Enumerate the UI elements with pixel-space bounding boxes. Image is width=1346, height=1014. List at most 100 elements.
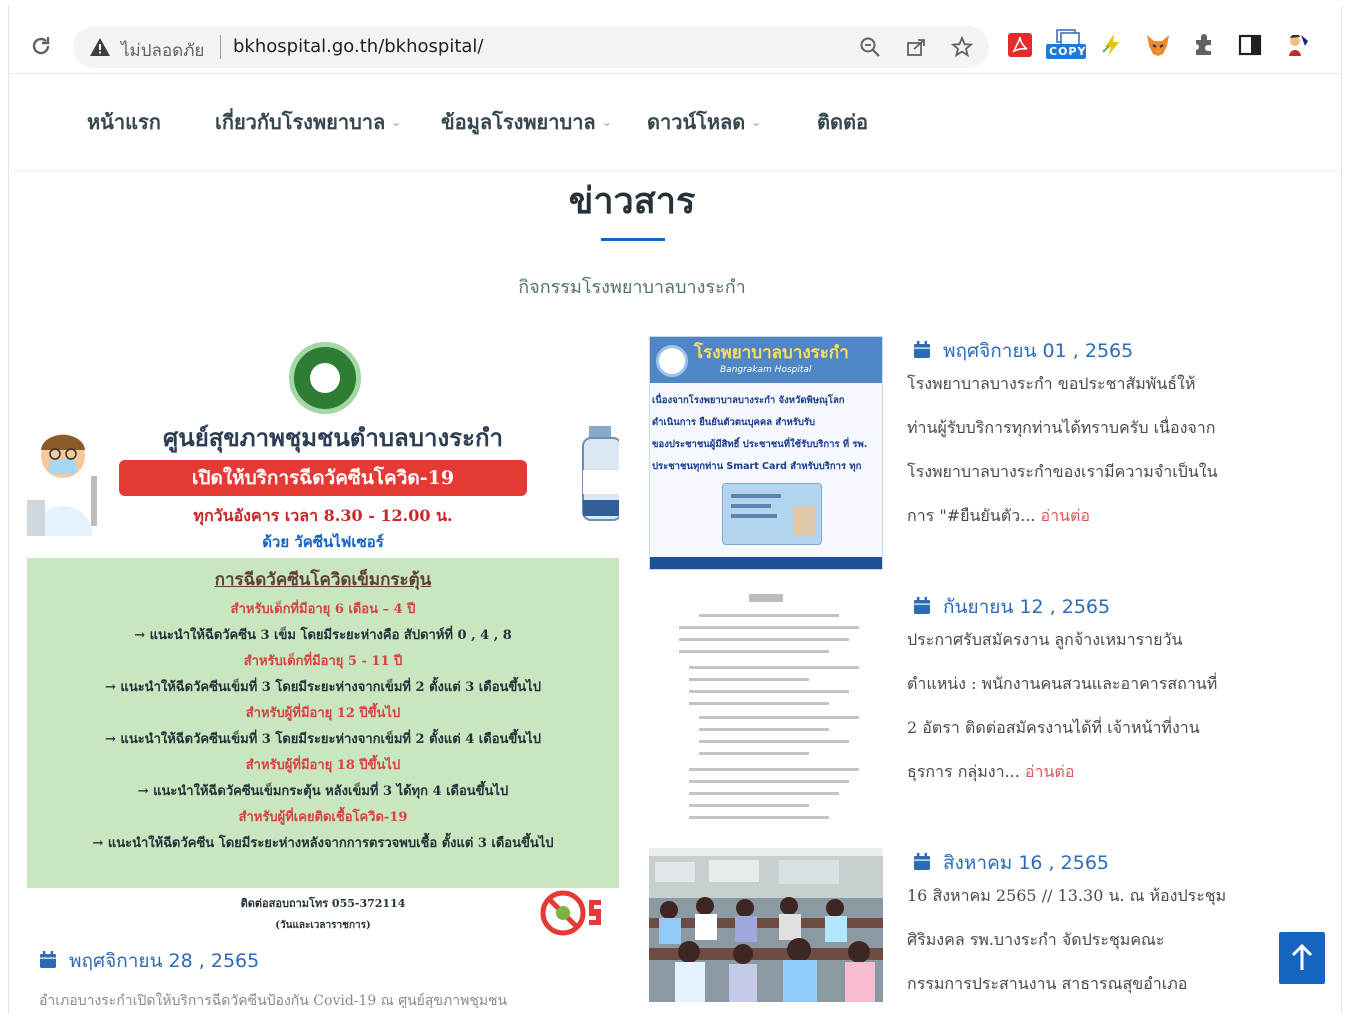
booster-line: → แนะนำให้ฉีดวัคซีน โดยมีระยะห่างหลังจาก… <box>92 836 554 851</box>
doc-line <box>679 638 849 641</box>
thumbnail-title: โรงพยาบาลบางระกำ <box>694 343 849 363</box>
doc-line <box>699 614 839 617</box>
id-card-illustration <box>722 483 822 545</box>
scroll-to-top-button[interactable] <box>1279 932 1325 984</box>
post-excerpt-tail: ธุรการ กลุ่มงา... <box>907 762 1025 781</box>
post-excerpt: ประกาศรับสมัครงาน ลูกจ้างเหมารายวัน ตำแห… <box>907 618 1217 794</box>
bolt-extension-icon[interactable] <box>1099 32 1125 58</box>
doc-line <box>699 728 829 731</box>
post-date-text: พฤศจิกายน 28 , 2565 <box>69 950 260 972</box>
thumbnail-subtitle: Bangrakam Hospital <box>720 365 812 375</box>
url-text[interactable]: bkhospital.go.th/bkhospital/ <box>233 36 484 57</box>
doc-line <box>699 752 809 755</box>
post-date: พฤศจิกายน 01 , 2565 <box>913 336 1133 362</box>
stop-covid-logo <box>540 890 601 936</box>
post-thumbnail-document[interactable] <box>649 590 883 836</box>
poster-contact-hours: (วันและเวลาราชการ) <box>275 920 371 931</box>
calendar-icon <box>914 597 930 614</box>
reload-icon[interactable] <box>29 34 53 58</box>
post-excerpt: โรงพยาบาลบางระกำ ขอประชาสัมพันธ์ให้ ท่าน… <box>907 362 1218 538</box>
nav-info-label: ข้อมูลโรงพยาบาล <box>441 110 596 134</box>
nav-about-label: เกี่ยวกับโรงพยาบาล <box>215 110 386 134</box>
post-date-text: สิงหาคม 16 , 2565 <box>943 852 1109 874</box>
doc-line <box>689 690 849 693</box>
nav-download-label: ดาวน์โหลด <box>647 110 746 134</box>
copy-extension-icon[interactable]: COPY <box>1045 28 1087 60</box>
post-excerpt-line: ท่านผู้รับบริการทุกท่านได้ทราบครับ เนื่อ… <box>907 418 1216 437</box>
security-label[interactable]: ไม่ปลอดภัย <box>121 37 204 64</box>
nav-download[interactable]: ดาวน์โหลด ⌄ <box>647 106 761 138</box>
post-date: สิงหาคม 16 , 2565 <box>913 848 1109 874</box>
nav-home[interactable]: หน้าแรก <box>87 106 161 138</box>
post-excerpt-line: ตำแหน่ง : พนักงานคนสวนและอาคารสถานที่ <box>907 674 1218 693</box>
star-icon[interactable] <box>951 36 973 58</box>
warning-icon[interactable] <box>89 37 111 57</box>
calendar-icon <box>40 951 56 968</box>
doc-line <box>689 804 809 807</box>
zoom-icon[interactable] <box>859 36 881 58</box>
booster-title: การฉีดวัคซีนโควิดเข็มกระตุ้น <box>214 570 432 590</box>
booster-line: สำหรับผู้ที่เคยติดเชื้อโควิด-19 <box>238 810 408 825</box>
doc-line <box>699 716 859 719</box>
booster-line: สำหรับเด็กที่มีอายุ 5 - 11 ปี <box>243 654 403 669</box>
post-excerpt-line: 2 อัตรา ติดต่อสมัครงานได้ที่ เจ้าหน้าที่… <box>907 718 1200 737</box>
doc-line <box>689 666 859 669</box>
read-more-link[interactable]: อ่านต่อ <box>1025 762 1075 781</box>
post-thumbnail-smartcard[interactable]: โรงพยาบาลบางระกำ Bangrakam Hospital เนื่… <box>649 336 883 570</box>
doc-line <box>679 650 829 653</box>
hospital-logo <box>656 345 688 377</box>
post-excerpt-line: ธุรการ กลุ่มงา... อ่านต่อ <box>907 750 1217 794</box>
post-excerpt-line: ประกาศรับสมัครงาน ลูกจ้างเหมารายวัน <box>907 630 1183 649</box>
nav-info[interactable]: ข้อมูลโรงพยาบาล ⌄ <box>441 106 612 138</box>
doc-line <box>699 740 849 743</box>
side-panel-icon[interactable] <box>1237 32 1263 58</box>
fox-extension-icon[interactable] <box>1145 32 1171 58</box>
pdf-extension-icon[interactable] <box>1007 32 1033 58</box>
post-thumbnail-meeting-photo[interactable] <box>649 848 883 1002</box>
doc-line <box>689 780 849 783</box>
post-date-text: กันยายน 12 , 2565 <box>943 596 1111 618</box>
post-excerpt-line: การ "#ยืนยันตัว... อ่านต่อ <box>907 494 1218 538</box>
thumbnail-header: โรงพยาบาลบางระกำ Bangrakam Hospital <box>650 337 882 383</box>
thumbnail-footer <box>650 557 882 569</box>
browser-window: ไม่ปลอดภัย bkhospital.go.th/bkhospital/ <box>8 6 1342 1014</box>
nav-about[interactable]: เกี่ยวกับโรงพยาบาล ⌄ <box>215 106 401 138</box>
post-date: กันยายน 12 , 2565 <box>913 592 1111 618</box>
address-bar[interactable]: ไม่ปลอดภัย bkhospital.go.th/bkhospital/ <box>73 26 989 68</box>
booster-line: สำหรับผู้ที่มีอายุ 18 ปีขึ้นไป <box>245 758 401 773</box>
share-icon[interactable] <box>905 36 927 58</box>
meeting-photo <box>649 848 883 1002</box>
poster-heading: ศูนย์สุขภาพชุมชนตำบลบางระกำ <box>163 423 503 452</box>
thumbnail-line: เนื่องจากโรงพยาบาลบางระกำ จังหวัดพิษณุโล… <box>652 395 845 406</box>
read-more-link[interactable]: อ่านต่อ <box>1040 506 1090 525</box>
doctor-illustration <box>27 434 97 536</box>
nav-contact[interactable]: ติดต่อ <box>817 106 868 138</box>
post-excerpt: 16 สิงหาคม 2565 // 13.30 น. ณ ห้องประชุม… <box>907 874 1226 1006</box>
booster-line: → แนะนำให้ฉีดวัคซีน 3 เข็ม โดยมีระยะห่าง… <box>134 628 512 643</box>
post-excerpt-tail: การ "#ยืนยันตัว... <box>907 506 1041 525</box>
doc-emblem <box>749 594 783 602</box>
booster-line: → แนะนำให้ฉีดวัคซีนเข็มที่ 3 โดยมีระยะห่… <box>105 680 541 695</box>
address-separator <box>220 35 221 59</box>
puzzle-extensions-icon[interactable] <box>1191 32 1217 58</box>
title-underline <box>601 238 665 241</box>
poster-banner: เปิดให้บริการฉีดวัคซีนโควิด-19 <box>119 460 527 496</box>
profile-avatar-icon[interactable] <box>1285 32 1311 58</box>
moph-logo <box>289 342 361 414</box>
booster-line: สำหรับเด็กที่มีอายุ 6 เดือน – 4 ปี <box>230 602 416 617</box>
vaccine-poster-image[interactable]: ศูนย์สุขภาพชุมชนตำบลบางระกำ เปิดให้บริกา… <box>27 336 619 936</box>
post-excerpt-line: โรงพยาบาลบางระกำของเรามีความจำเป็นใน <box>907 462 1218 481</box>
post-excerpt-line: กรรมการประสานงาน สาธารณสุขอำเภอ <box>907 974 1188 993</box>
poster-booster-panel: การฉีดวัคซีนโควิดเข็มกระตุ้น สำหรับเด็กท… <box>27 558 619 888</box>
doc-line <box>689 702 829 705</box>
doc-line <box>689 768 859 771</box>
thumbnail-line: ดำเนินการ ยืนยันตัวตนบุคคล สำหรับรับ <box>652 417 816 428</box>
chevron-down-icon: ⌄ <box>601 115 612 129</box>
browser-toolbar: ไม่ปลอดภัย bkhospital.go.th/bkhospital/ <box>9 6 1341 74</box>
section-subtitle: กิจกรรมโรงพยาบาลบางระกำ <box>518 277 746 298</box>
calendar-icon <box>914 853 930 870</box>
nav-contact-label: ติดต่อ <box>817 110 868 134</box>
section-title: ข่าวสาร <box>568 181 696 222</box>
poster-vaccine: ด้วย วัคซีนไฟเซอร์ <box>262 533 384 551</box>
post-excerpt-line: 16 สิงหาคม 2565 // 13.30 น. ณ ห้องประชุม <box>907 886 1227 905</box>
